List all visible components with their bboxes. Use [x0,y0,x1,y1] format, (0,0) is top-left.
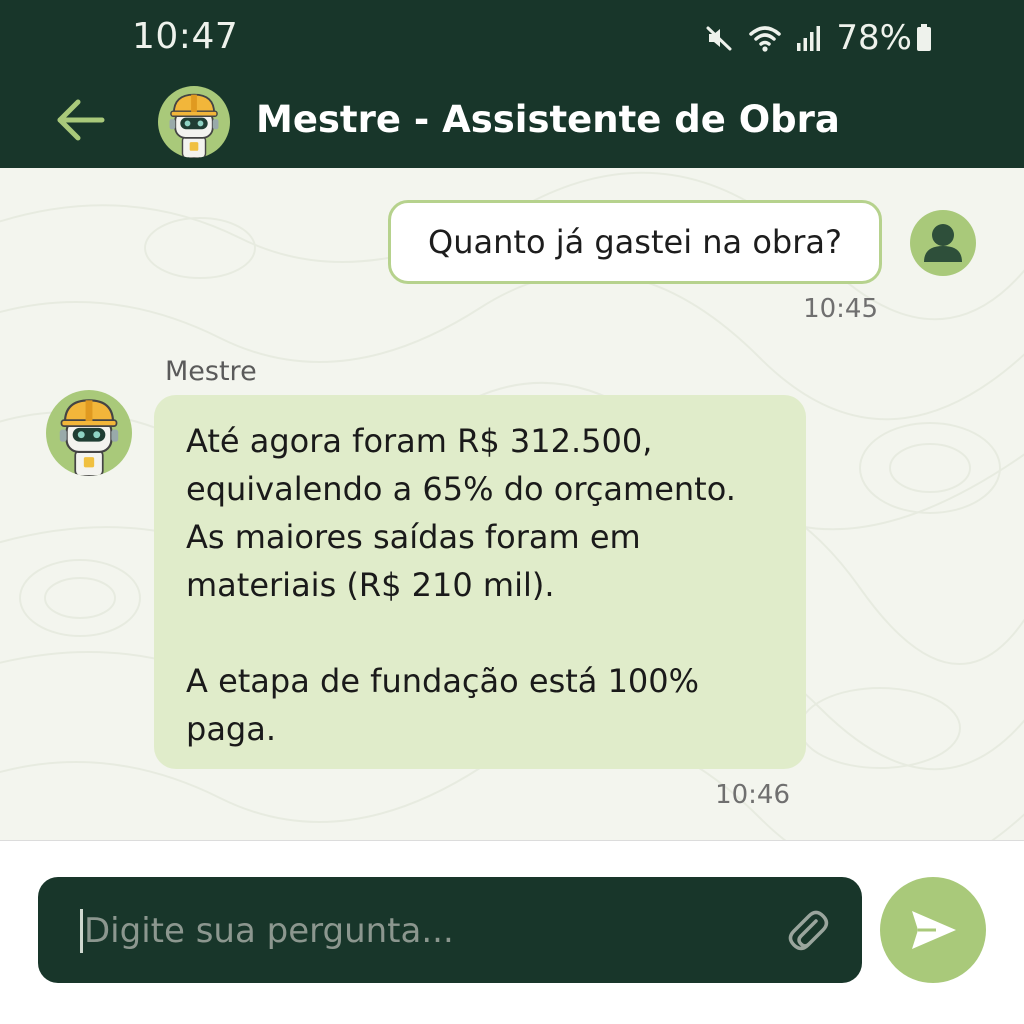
user-message-time: 10:45 [803,294,878,324]
composer-bar [0,840,1024,1024]
user-avatar[interactable] [910,210,976,276]
chat-title: Mestre - Assistente de Obra [256,98,840,141]
bot-message-time: 10:46 [715,780,790,810]
user-message-bubble: Quanto já gastei na obra? [388,200,882,284]
construction-robot-icon [169,93,219,158]
bot-message-paragraph: Até agora foram R$ 312.500, equivalendo … [186,422,736,604]
paperclip-icon [788,910,829,951]
back-button[interactable] [50,94,110,146]
user-message-text: Quanto já gastei na obra? [428,223,842,261]
user-icon [924,224,962,262]
send-button[interactable] [880,877,986,983]
message-input[interactable] [82,901,776,961]
assistant-avatar[interactable] [158,86,230,158]
attach-button[interactable] [778,901,838,961]
wifi-icon [748,23,782,53]
arrow-left-icon [57,99,105,141]
send-icon [912,911,956,949]
battery-percent: 78% [836,18,912,58]
construction-robot-icon [59,399,119,476]
bot-avatar[interactable] [46,390,132,476]
status-icons: 78% [704,18,932,58]
bot-message-paragraph: A etapa de fundação está 100% paga. [186,662,700,748]
mute-icon [704,23,734,53]
status-time: 10:47 [132,16,239,57]
app-header: 10:47 78% Mestre - Assistente de Obra [0,0,1024,168]
chat-area[interactable]: Quanto já gastei na obra? 10:45 Mestre A… [0,168,1024,840]
bot-message-bubble: Até agora foram R$ 312.500, equivalendo … [154,395,806,769]
bot-sender-name: Mestre [165,356,257,387]
signal-icon [796,23,822,53]
message-input-container[interactable] [38,877,862,983]
battery-icon [916,24,932,52]
